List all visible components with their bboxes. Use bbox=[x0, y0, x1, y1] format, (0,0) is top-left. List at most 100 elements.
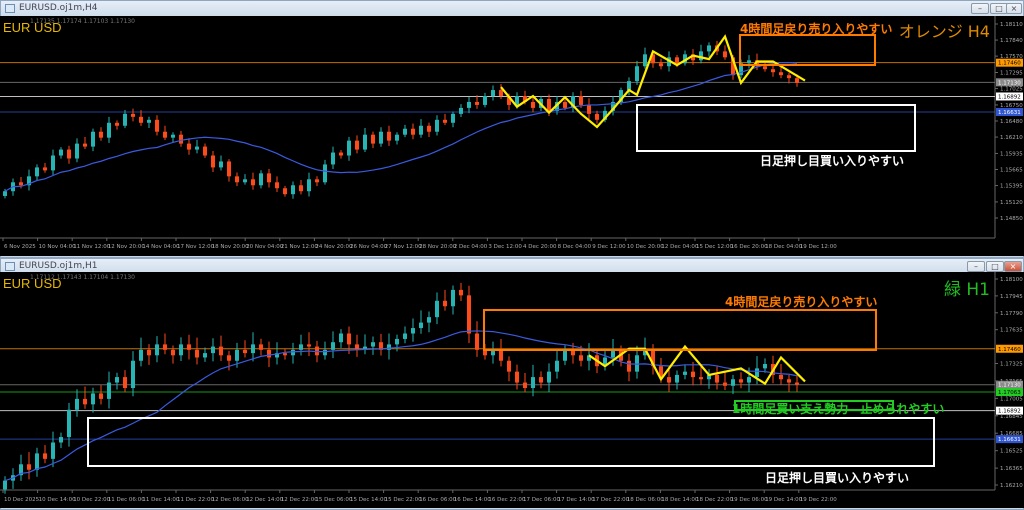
price-chart-h1[interactable]: 1.17112 1.17143 1.17104 1.17130EUR USD 緑 … bbox=[0, 272, 1024, 508]
candle-body bbox=[67, 149, 71, 159]
x-tick-label: 11 Dec 06:00 bbox=[108, 497, 145, 503]
price-tag-label: 1.17130 bbox=[998, 80, 1021, 86]
candle-body bbox=[115, 377, 119, 383]
candle-body bbox=[123, 113, 127, 126]
x-tick-label: 19 Dec 14:00 bbox=[765, 497, 802, 503]
x-tick-label: 17 Dec 14:00 bbox=[558, 497, 595, 503]
candle-body bbox=[43, 167, 47, 171]
candle-body bbox=[467, 295, 471, 334]
symbol-label: EUR USD bbox=[3, 276, 62, 291]
candle-body bbox=[195, 349, 199, 358]
candle-body bbox=[155, 344, 159, 356]
candle-body bbox=[3, 191, 7, 196]
candle-body bbox=[147, 349, 151, 356]
candle-body bbox=[99, 393, 103, 399]
candle-body bbox=[483, 96, 487, 105]
x-tick-label: 10 Dec 20:00 bbox=[627, 244, 664, 250]
x-tick-label: 18 Dec 06:00 bbox=[627, 497, 664, 503]
candle-body bbox=[443, 119, 447, 123]
maximize-button[interactable]: □ bbox=[986, 261, 1004, 272]
candle-body bbox=[315, 179, 319, 183]
candle-body bbox=[595, 113, 599, 120]
y-tick-label: 1.17840 bbox=[1000, 38, 1023, 44]
x-tick-label: 3 Dec 12:00 bbox=[488, 244, 522, 250]
chart-window-icon bbox=[5, 4, 15, 13]
candle-body bbox=[323, 164, 327, 183]
candle-body bbox=[579, 355, 583, 361]
x-tick-label: 10 Dec 22:00 bbox=[73, 497, 110, 503]
x-tick-label: 18 Dec 04:00 bbox=[765, 244, 802, 250]
x-tick-label: 4 Dec 20:00 bbox=[523, 244, 557, 250]
candle-body bbox=[179, 134, 183, 144]
x-tick-label: 15 Dec 06:00 bbox=[315, 497, 352, 503]
candle-body bbox=[459, 289, 463, 296]
orange-box-annotation: 4時間足戻り売り入りやすい bbox=[725, 294, 877, 309]
price-tag-label: 1.17063 bbox=[998, 390, 1021, 396]
candle-body bbox=[459, 107, 463, 114]
x-tick-label: 14 Nov 04:00 bbox=[142, 244, 180, 250]
candle-body bbox=[755, 368, 759, 378]
x-tick-label: 6 Nov 2025 bbox=[4, 244, 36, 250]
candle-body bbox=[163, 344, 167, 350]
candle-body bbox=[523, 382, 527, 388]
y-tick-label: 1.17295 bbox=[1000, 71, 1023, 77]
candle-body bbox=[795, 382, 799, 385]
x-tick-label: 26 Nov 04:00 bbox=[350, 244, 388, 250]
candle-body bbox=[187, 344, 191, 350]
candle-body bbox=[371, 134, 375, 144]
candle-body bbox=[331, 342, 335, 350]
candle-body bbox=[723, 382, 727, 386]
candle-body bbox=[707, 45, 711, 52]
candle-body bbox=[563, 349, 567, 361]
candle-body bbox=[555, 360, 559, 372]
candle-body bbox=[395, 134, 399, 141]
candle-body bbox=[99, 131, 103, 138]
candle-body bbox=[387, 131, 391, 141]
candle-body bbox=[43, 453, 47, 459]
x-tick-label: 2 Dec 04:00 bbox=[454, 244, 488, 250]
y-tick-label: 1.16685 bbox=[1000, 431, 1023, 437]
candle-body bbox=[779, 374, 783, 380]
y-tick-label: 1.16525 bbox=[1000, 449, 1023, 455]
candle-body bbox=[267, 173, 271, 183]
candle-body bbox=[59, 437, 63, 443]
x-tick-label: 21 Nov 12:00 bbox=[281, 244, 319, 250]
candle-body bbox=[227, 355, 231, 361]
minimize-button[interactable]: – bbox=[967, 261, 985, 272]
candle-body bbox=[195, 146, 199, 150]
candle-body bbox=[451, 113, 455, 123]
candle-body bbox=[171, 134, 175, 138]
candle-body bbox=[19, 182, 23, 186]
price-chart-h4[interactable]: 1.17135 1.17174 1.17103 1.17130EUR USD オレ… bbox=[0, 16, 1024, 256]
candle-body bbox=[355, 344, 359, 350]
window-titlebar[interactable]: EURUSD.oj1m,H4 – □ × bbox=[1, 1, 1023, 17]
candle-body bbox=[763, 66, 767, 70]
candle-body bbox=[363, 134, 367, 150]
candle-body bbox=[27, 464, 31, 470]
candle-body bbox=[771, 69, 775, 73]
window-title: EURUSD.oj1m,H4 bbox=[19, 3, 98, 13]
x-tick-label: 15 Dec 14:00 bbox=[350, 497, 387, 503]
candle-body bbox=[219, 346, 223, 356]
symbol-label: EUR USD bbox=[3, 20, 62, 35]
close-button[interactable]: × bbox=[1004, 261, 1022, 272]
close-button[interactable]: × bbox=[1006, 3, 1022, 14]
y-tick-label: 1.15665 bbox=[1000, 168, 1023, 174]
x-tick-label: 10 Dec 2025 bbox=[4, 497, 40, 503]
price-tag-label: 1.16631 bbox=[998, 110, 1021, 116]
candle-body bbox=[163, 131, 167, 138]
candle-body bbox=[203, 146, 207, 156]
candle-body bbox=[395, 338, 399, 345]
candle-body bbox=[235, 349, 239, 361]
candle-body bbox=[419, 125, 423, 135]
candle-body bbox=[75, 143, 79, 159]
candle-body bbox=[515, 371, 519, 383]
y-tick-label: 1.16210 bbox=[1000, 483, 1023, 489]
minimize-button[interactable]: – bbox=[971, 3, 989, 14]
x-tick-label: 24 Nov 20:00 bbox=[315, 244, 353, 250]
y-tick-label: 1.18100 bbox=[1000, 277, 1023, 283]
candle-body bbox=[499, 349, 503, 361]
x-tick-label: 19 Dec 22:00 bbox=[800, 497, 837, 503]
x-tick-label: 28 Nov 20:00 bbox=[419, 244, 457, 250]
candle-body bbox=[131, 360, 135, 388]
